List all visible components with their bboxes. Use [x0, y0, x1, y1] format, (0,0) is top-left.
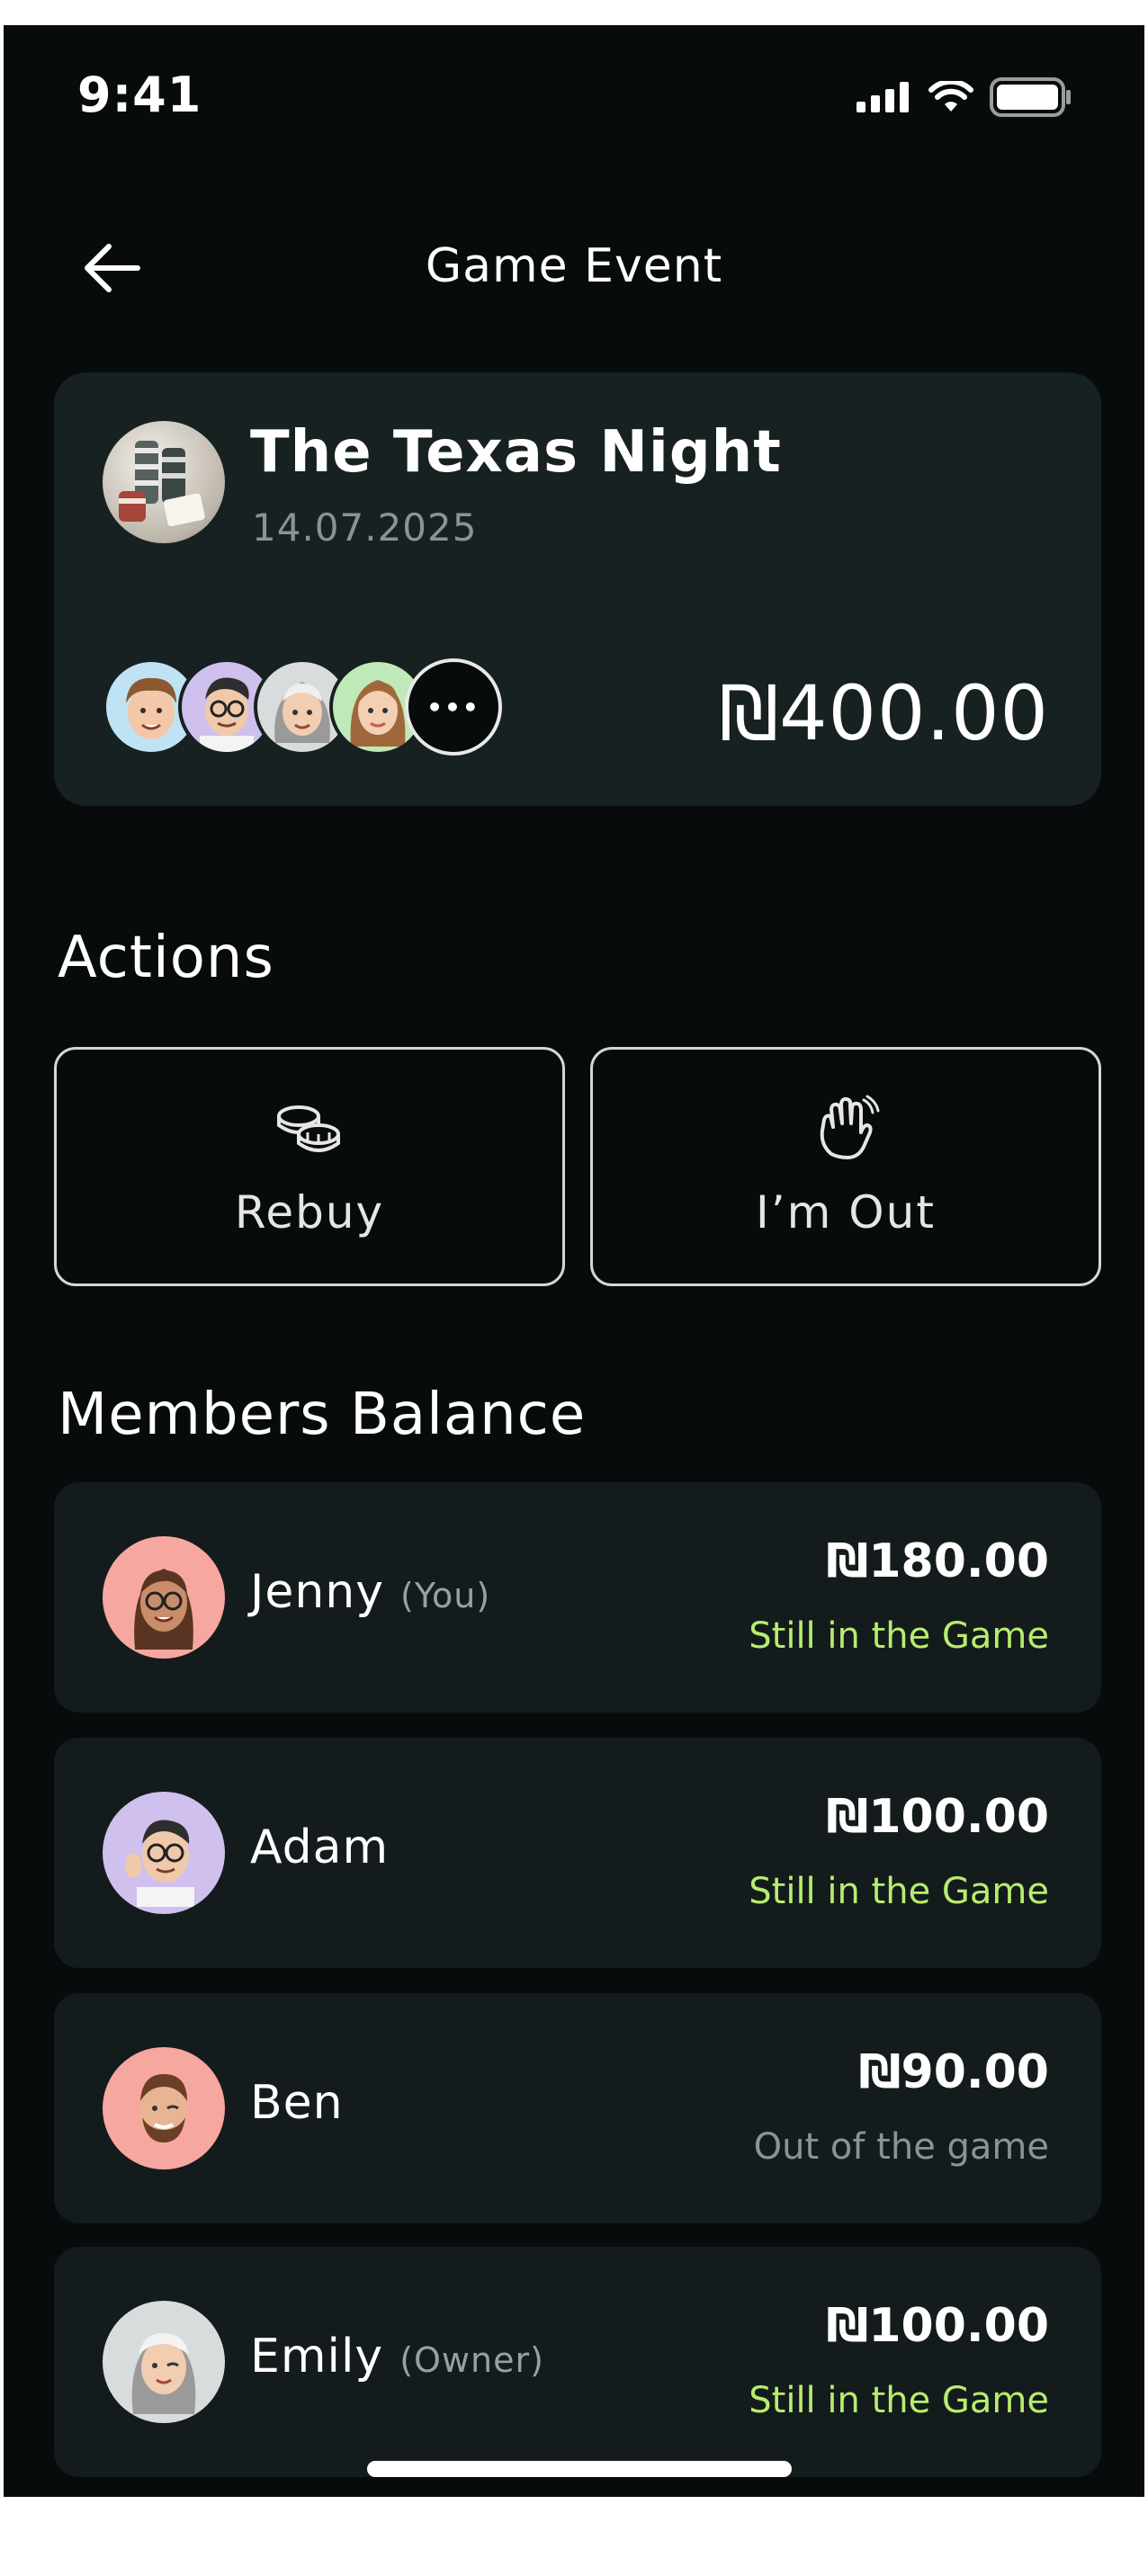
member-name: Emily (Owner)	[250, 2330, 544, 2384]
avatar-adam-icon	[125, 1820, 194, 1907]
page-title: Game Event	[425, 239, 723, 293]
battery-icon	[990, 77, 1071, 117]
member-status: Still in the Game	[749, 2380, 1049, 2421]
member-name-text: Jenny	[250, 1565, 385, 1619]
member-name: Jenny (You)	[250, 1565, 490, 1619]
event-summary-card: The Texas Night 14.07.2025 ••• ₪400.00	[54, 372, 1101, 806]
status-icons	[857, 77, 1072, 117]
member-row-ben[interactable]: Ben ₪90.00 Out of the game	[54, 1993, 1101, 2223]
waving-hand-icon	[820, 1095, 880, 1159]
member-tag: (Owner)	[399, 2340, 544, 2380]
cellular-signal-icon	[857, 82, 909, 112]
member-name-text: Adam	[250, 1820, 390, 1874]
avatar-jenny-icon	[134, 1569, 193, 1650]
more-dots-icon: •••	[426, 692, 480, 722]
phone-screen: 9:41 Game Event The Texas Night 14.07.20…	[4, 25, 1144, 2497]
member-amount: ₪180.00	[826, 1534, 1049, 1588]
event-logo-icon	[103, 421, 225, 543]
member-amount: ₪100.00	[826, 2299, 1049, 2353]
coins-icon	[277, 1105, 340, 1152]
member-tag: (You)	[400, 1576, 491, 1615]
member-amount: ₪100.00	[826, 1790, 1049, 1844]
wifi-icon	[928, 81, 973, 112]
member-row-jenny[interactable]: Jenny (You) ₪180.00 Still in the Game	[54, 1482, 1101, 1713]
status-time: 9:41	[77, 67, 202, 123]
member-name: Ben	[250, 2076, 360, 2130]
event-title: The Texas Night	[250, 419, 782, 486]
members-balance-heading: Members Balance	[58, 1382, 587, 1448]
rebuy-button[interactable]: Rebuy	[54, 1047, 565, 1286]
member-amount: ₪90.00	[858, 2045, 1049, 2099]
more-participants-button[interactable]: •••	[405, 658, 502, 756]
rebuy-button-label: Rebuy	[234, 1186, 385, 1239]
participant-avatars[interactable]: •••	[103, 658, 516, 756]
avatar-ben-icon	[139, 2074, 188, 2142]
home-indicator[interactable]	[367, 2461, 792, 2477]
actions-heading: Actions	[58, 925, 274, 991]
im-out-button[interactable]: I’m Out	[590, 1047, 1101, 1286]
member-avatar	[103, 1536, 225, 1659]
member-row-emily[interactable]: Emily (Owner) ₪100.00 Still in the Game	[54, 2247, 1101, 2477]
member-avatar	[103, 1792, 225, 1914]
status-bar: 9:41	[4, 25, 1144, 169]
event-date: 14.07.2025	[252, 505, 478, 550]
member-name-text: Emily	[250, 2330, 384, 2384]
top-app-bar: Game Event	[4, 205, 1144, 331]
event-total-amount: ₪400.00	[719, 669, 1049, 757]
avatar-emily-icon	[131, 2332, 196, 2414]
im-out-button-label: I’m Out	[756, 1186, 936, 1239]
member-status: Still in the Game	[749, 1615, 1049, 1657]
member-row-adam[interactable]: Adam ₪100.00 Still in the Game	[54, 1738, 1101, 1968]
member-avatar	[103, 2301, 225, 2423]
member-name-text: Ben	[250, 2076, 344, 2130]
member-name: Adam	[250, 1820, 405, 1874]
member-status: Out of the game	[753, 2126, 1049, 2168]
member-avatar	[103, 2047, 225, 2169]
member-status: Still in the Game	[749, 1871, 1049, 1912]
